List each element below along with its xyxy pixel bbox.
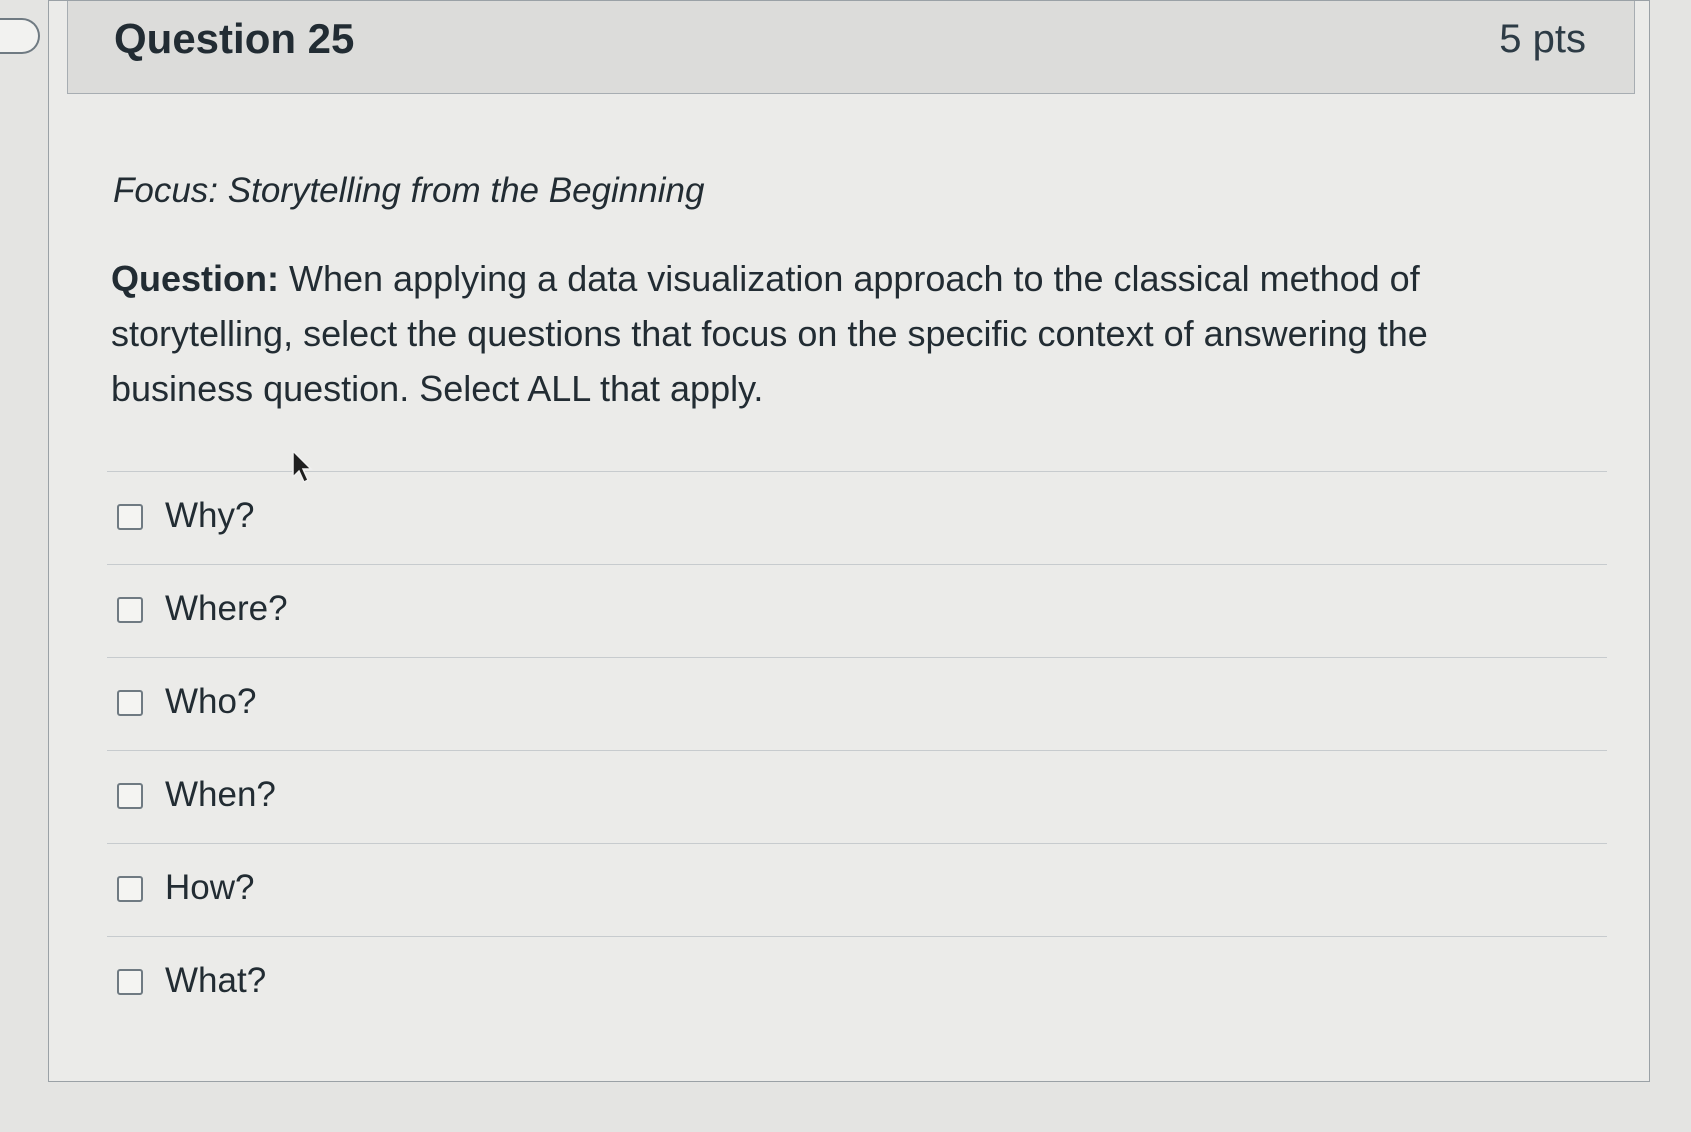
answer-label[interactable]: When?: [165, 775, 276, 815]
answer-checkbox[interactable]: [117, 690, 143, 716]
flag-question-tab[interactable]: [0, 18, 40, 54]
question-body: When applying a data visualization appro…: [111, 258, 1428, 409]
answer-option[interactable]: What?: [107, 937, 1607, 1030]
answer-option[interactable]: When?: [107, 751, 1607, 844]
answer-checkbox[interactable]: [117, 969, 143, 995]
answer-option[interactable]: Who?: [107, 658, 1607, 751]
answer-option[interactable]: Where?: [107, 565, 1607, 658]
answer-label[interactable]: How?: [165, 868, 254, 908]
question-points: 5 pts: [1499, 17, 1586, 61]
answer-label[interactable]: Who?: [165, 682, 256, 722]
question-header: Question 25 5 pts: [67, 1, 1635, 94]
question-text: Question: When applying a data visualiza…: [111, 251, 1551, 416]
answer-checkbox[interactable]: [117, 876, 143, 902]
answer-checkbox[interactable]: [117, 783, 143, 809]
question-label: Question:: [111, 258, 279, 299]
answer-label[interactable]: Why?: [165, 496, 254, 536]
question-title: Question 25: [114, 15, 355, 62]
question-card: Question 25 5 pts Focus: Storytelling fr…: [48, 0, 1650, 1082]
answer-label[interactable]: Where?: [165, 589, 288, 629]
mouse-pointer-icon: [292, 449, 313, 484]
answer-checkbox[interactable]: [117, 597, 143, 623]
answer-list: Why? Where? Who? When? How? What?: [107, 471, 1607, 1030]
answer-option[interactable]: Why?: [107, 472, 1607, 565]
answer-option[interactable]: How?: [107, 844, 1607, 937]
answer-label[interactable]: What?: [165, 961, 266, 1001]
answer-checkbox[interactable]: [117, 504, 143, 530]
question-focus: Focus: Storytelling from the Beginning: [113, 171, 705, 210]
